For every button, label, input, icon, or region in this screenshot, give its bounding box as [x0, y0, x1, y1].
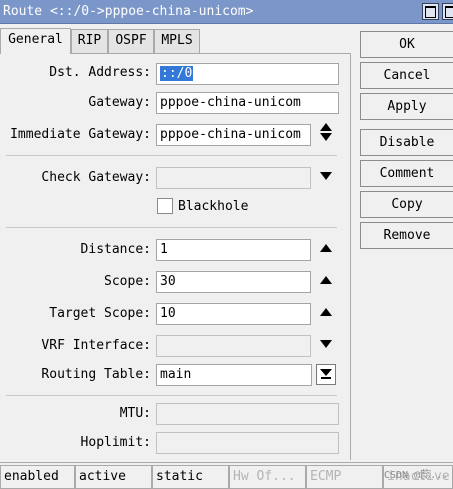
status-ecmp: ECMP — [306, 465, 383, 489]
tab-ospf[interactable]: OSPF — [108, 29, 154, 53]
tab-mpls[interactable]: MPLS — [154, 29, 200, 53]
scope-collapse-icon[interactable] — [320, 276, 332, 284]
dropdown-bar-icon — [321, 377, 331, 379]
window-title: Route <::/0->pppoe-china-unicom> — [3, 4, 254, 19]
section-divider — [6, 155, 337, 156]
gateway-field[interactable]: pppoe-china-unicom — [156, 92, 339, 114]
scope-field[interactable]: 30 — [156, 271, 311, 293]
status-hw-offload: Hw Of... — [229, 465, 306, 489]
check-gateway-label: Check Gateway: — [41, 170, 151, 185]
gateway-label: Gateway: — [88, 95, 151, 110]
check-gateway-field[interactable] — [156, 167, 311, 189]
vrf-interface-label: VRF Interface: — [41, 338, 151, 353]
disable-button[interactable]: Disable — [360, 129, 453, 156]
title-bar[interactable]: Route <::/0->pppoe-china-unicom> — [0, 0, 453, 24]
watermark: CSDN @蕊... — [384, 470, 449, 481]
chevron-down-icon — [320, 369, 332, 376]
routing-table-field[interactable]: main — [156, 364, 312, 386]
distance-collapse-icon[interactable] — [320, 244, 332, 252]
hoplimit-field[interactable] — [156, 432, 339, 454]
ok-button[interactable]: OK — [360, 31, 453, 58]
spin-down-icon[interactable] — [320, 133, 332, 141]
status-static: static — [152, 465, 229, 489]
vrf-interface-field[interactable] — [156, 335, 311, 357]
routing-table-dropdown-button[interactable] — [316, 364, 336, 385]
copy-button[interactable]: Copy — [360, 191, 453, 218]
tab-general[interactable]: General — [0, 28, 71, 54]
check-gateway-dropdown-icon[interactable] — [320, 172, 332, 180]
status-active: active — [75, 465, 152, 489]
vrf-interface-dropdown-icon[interactable] — [320, 340, 332, 348]
dst-address-label: Dst. Address: — [49, 65, 151, 80]
spin-up-icon[interactable] — [320, 123, 332, 131]
dst-address-value: ::/0 — [160, 66, 194, 81]
apply-button[interactable]: Apply — [360, 93, 453, 120]
target-scope-label: Target Scope: — [49, 306, 151, 321]
tab-rip[interactable]: RIP — [71, 29, 108, 53]
dst-address-field[interactable]: ::/0 — [156, 63, 339, 85]
immediate-gateway-label: Immediate Gateway: — [10, 127, 151, 142]
section-divider — [6, 227, 337, 228]
mtu-field[interactable] — [156, 403, 339, 425]
blackhole-label: Blackhole — [178, 199, 249, 214]
distance-label: Distance: — [80, 242, 151, 257]
close-button[interactable] — [442, 3, 453, 20]
distance-field[interactable]: 1 — [156, 239, 311, 261]
status-enabled: enabled — [0, 465, 75, 489]
section-divider — [6, 395, 337, 396]
scope-label: Scope: — [104, 274, 151, 289]
hoplimit-label: Hoplimit: — [80, 435, 151, 450]
blackhole-checkbox[interactable] — [157, 198, 173, 214]
mtu-label: MTU: — [119, 406, 151, 421]
cancel-button[interactable]: Cancel — [360, 62, 453, 89]
remove-button[interactable]: Remove — [360, 222, 453, 249]
immediate-gateway-field[interactable]: pppoe-china-unicom — [156, 124, 311, 146]
target-scope-field[interactable]: 10 — [156, 303, 311, 325]
maximize-button[interactable] — [422, 3, 439, 20]
comment-button[interactable]: Comment — [360, 160, 453, 187]
target-scope-collapse-icon[interactable] — [320, 308, 332, 316]
routing-table-label: Routing Table: — [41, 367, 151, 382]
